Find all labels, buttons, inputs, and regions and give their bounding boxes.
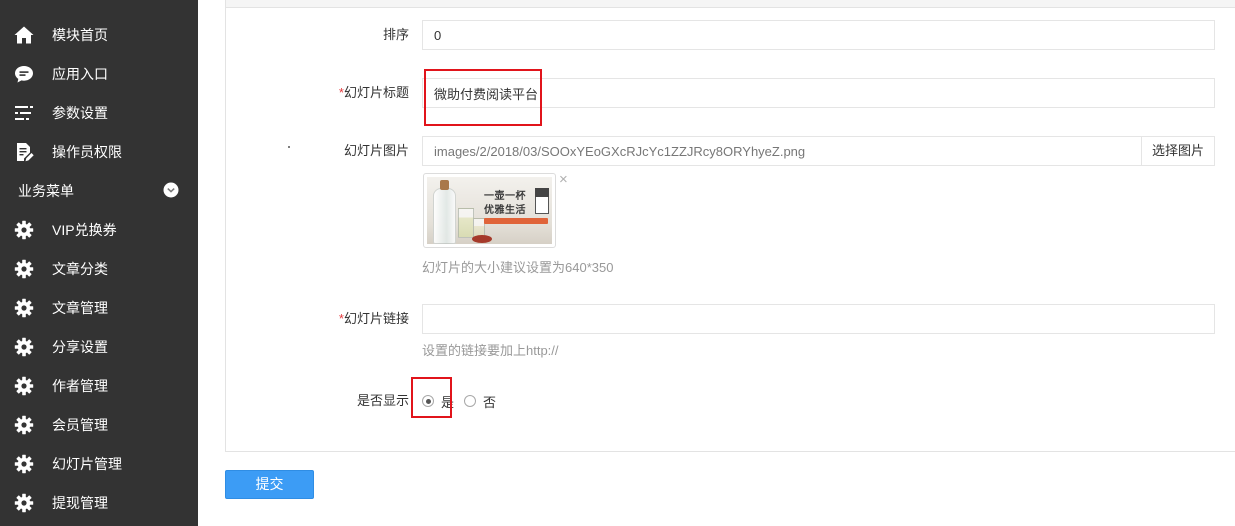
chat-icon: [14, 64, 34, 84]
link-label: *幻灯片链接: [225, 304, 409, 334]
gear-icon: [14, 220, 34, 240]
link-row: *幻灯片链接 设置的链接要加上http://: [225, 304, 1215, 358]
sidebar-item-label: 提现管理: [52, 494, 108, 511]
sidebar-item-operator-permissions[interactable]: 操作员权限: [0, 132, 198, 171]
link-help-text: 设置的链接要加上http://: [422, 343, 559, 358]
list-icon: [14, 103, 34, 123]
sidebar-item-label: 应用入口: [52, 65, 108, 82]
sidebar-item-label: 模块首页: [52, 26, 108, 43]
sidebar-item-label: VIP兑换券: [52, 221, 117, 238]
thumbnail-bottle-shape: [433, 188, 456, 244]
sort-control: [422, 20, 1215, 50]
sidebar-item-article-category[interactable]: 文章分类: [0, 249, 198, 288]
thumbnail-picture: 一壶一杯 优雅生活: [427, 177, 552, 244]
thumbnail-tag-top-shape: [535, 188, 549, 197]
image-control: 选择图片 一壶一杯 优雅生活 × 幻灯片的大小建议设置为640*350: [422, 136, 1215, 275]
title-label: *幻灯片标题: [225, 78, 409, 108]
sidebar-item-label: 作者管理: [52, 377, 108, 394]
thumbnail-glass-shape: [458, 208, 474, 238]
title-row: *幻灯片标题: [225, 78, 1215, 108]
image-help-text: 幻灯片的大小建议设置为640*350: [422, 260, 614, 275]
sidebar-item-parameter-settings[interactable]: 参数设置: [0, 93, 198, 132]
remove-image-icon[interactable]: ×: [559, 172, 568, 188]
gear-icon: [14, 298, 34, 318]
display-control: 是 否: [422, 391, 1215, 411]
sidebar-item-label: 分享设置: [52, 338, 108, 355]
gear-icon: [14, 376, 34, 396]
sidebar-item-module-home[interactable]: 模块首页: [0, 15, 198, 54]
gear-icon: [14, 337, 34, 357]
sidebar-section-business-menu[interactable]: 业务菜单: [0, 171, 198, 210]
gear-icon: [14, 415, 34, 435]
sidebar-item-label: 文章分类: [52, 260, 108, 277]
edit-document-icon: [14, 142, 34, 162]
image-label-text: 幻灯片图片: [343, 143, 409, 158]
display-label-text: 是否显示: [356, 393, 409, 408]
display-no-label: 否: [483, 394, 497, 410]
thumbnail-text-line1: 一壶一杯: [484, 191, 526, 202]
sidebar-item-author-management[interactable]: 作者管理: [0, 366, 198, 405]
sidebar-item-article-management[interactable]: 文章管理: [0, 288, 198, 327]
select-image-button[interactable]: 选择图片: [1142, 136, 1215, 166]
image-row: 幻灯片图片 选择图片 一壶一杯 优雅生活 × 幻灯片的大小建议设置为640*35…: [225, 136, 1215, 275]
sort-row: 排序: [225, 20, 1215, 50]
link-input[interactable]: [422, 304, 1215, 334]
sidebar-item-member-management[interactable]: 会员管理: [0, 405, 198, 444]
image-thumbnail[interactable]: 一壶一杯 优雅生活: [423, 173, 556, 248]
link-label-text: 幻灯片链接: [343, 311, 409, 326]
display-row: 是否显示 是 否: [225, 391, 1215, 411]
gear-icon: [14, 454, 34, 474]
image-label: 幻灯片图片: [225, 136, 409, 166]
sidebar-item-app-entry[interactable]: 应用入口: [0, 54, 198, 93]
display-label: 是否显示: [225, 391, 409, 411]
display-yes-radio[interactable]: [422, 395, 434, 407]
image-path-input[interactable]: [422, 136, 1142, 166]
sidebar-item-label: 会员管理: [52, 416, 108, 433]
title-control: [422, 78, 1215, 108]
sidebar-item-label: 参数设置: [52, 104, 108, 121]
sidebar-item-label: 操作员权限: [52, 143, 122, 160]
gear-icon: [14, 493, 34, 513]
display-option-yes[interactable]: 是: [422, 391, 454, 411]
thumbnail-dates-shape: [472, 235, 492, 243]
thumbnail-text-line2: 优雅生活: [484, 205, 526, 216]
sort-label-text: 排序: [382, 27, 409, 42]
display-option-no[interactable]: 否: [464, 391, 496, 411]
thumbnail-cork-shape: [440, 180, 449, 190]
thumbnail-promo-bar: [484, 218, 548, 224]
sidebar-item-label: 幻灯片管理: [52, 455, 122, 472]
submit-button[interactable]: 提交: [225, 470, 314, 499]
sidebar-item-vip-voucher[interactable]: VIP兑换券: [0, 210, 198, 249]
sidebar-section-label: 业务菜单: [18, 182, 74, 199]
title-label-text: 幻灯片标题: [343, 85, 409, 100]
display-no-radio[interactable]: [464, 395, 476, 407]
chevron-down-circle-icon[interactable]: [163, 182, 179, 198]
sort-input[interactable]: [422, 20, 1215, 50]
sidebar-item-label: 文章管理: [52, 299, 108, 316]
gear-icon: [14, 259, 34, 279]
display-yes-label: 是: [441, 394, 455, 410]
sidebar-item-withdrawal-management[interactable]: 提现管理: [0, 483, 198, 522]
home-icon: [14, 25, 34, 45]
sidebar: 模块首页 应用入口 参数设置 操作员权限 业务菜单 VIP兑换券 文章分类 文章…: [0, 0, 198, 526]
sidebar-item-share-settings[interactable]: 分享设置: [0, 327, 198, 366]
sidebar-item-slide-management[interactable]: 幻灯片管理: [0, 444, 198, 483]
link-control: 设置的链接要加上http://: [422, 304, 1215, 358]
sort-label: 排序: [225, 20, 409, 50]
title-input[interactable]: [422, 78, 1215, 108]
panel-heading-strip: [226, 0, 1235, 8]
form-panel: [225, 0, 1235, 452]
